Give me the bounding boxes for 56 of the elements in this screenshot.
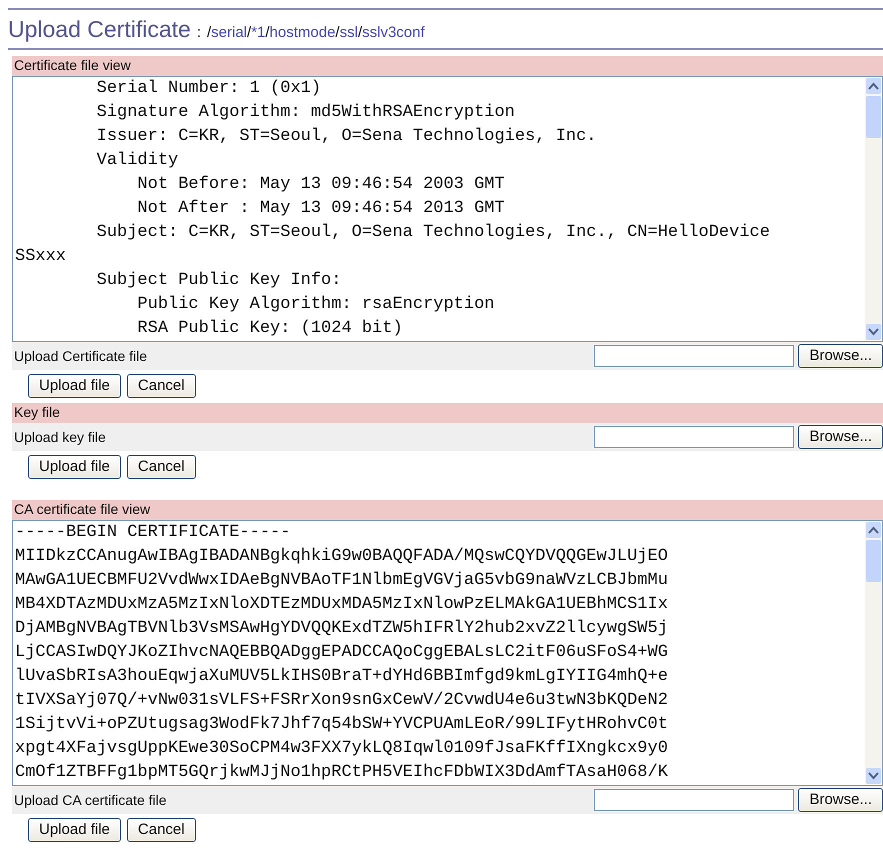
path-separator: /: [247, 24, 252, 41]
file-text-line: 1SijtvVi+oPZUtugsag3WodFk7Jhf7q54bSW+YVCPUAmLEoR/99LIFytHRohvC0t: [15, 714, 669, 736]
form-button[interactable]: Cancel: [126, 455, 196, 479]
path-separator: /: [206, 24, 212, 41]
path-link[interactable]: serial: [211, 24, 248, 41]
file-viewer[interactable]: [12, 76, 883, 342]
form-button[interactable]: Upload file: [28, 455, 121, 479]
section-heading: CA certificate file view: [12, 500, 883, 520]
file-text-line: tIVXSaYj07Q/+vNw031sVLFS+FSRrXon9snGxCewV/2CvwdU4e6u3twN3bKQDeN2: [15, 690, 669, 712]
file-text-line: Subject: C=KR, ST=Seoul, O=Sena Technologies, Inc., CN=HelloDevice: [96, 222, 771, 244]
file-text-line: DjAMBgNVBAgTBVNlb3VsMSAwHgYDVQQKExdTZW5hIFRlY2hub2xvZ2llcywgSW5j: [15, 618, 669, 640]
section-heading: Key file: [12, 403, 883, 423]
browse-button[interactable]: Browse...: [798, 344, 883, 368]
browse-button[interactable]: Browse...: [798, 788, 883, 812]
file-text-line: -----BEGIN CERTIFICATE-----: [15, 522, 292, 544]
page-title: Upload Certificate: [8, 16, 191, 43]
path-separator: /: [265, 24, 270, 41]
file-text-line: xpgt4XFajvsgUppKEwe30SoCPM4w3FXX7ykLQ8Iqwl0109fJsaFKffIXngkcx9y0: [15, 738, 669, 760]
file-text-line: MAwGA1UECBMFU2VvdWwxIDAeBgNVBAoTF1NlbmEgVGVjaG5vbG9naWVzLCBJbmMu: [15, 570, 669, 592]
browse-button[interactable]: Browse...: [798, 425, 883, 449]
path-link[interactable]: ssl: [340, 24, 358, 41]
file-text-line: Subject Public Key Info:: [96, 270, 342, 292]
form-button[interactable]: Upload file: [28, 374, 121, 398]
form-button[interactable]: Cancel: [126, 374, 196, 398]
file-text-line: Not Before: May 13 09:46:54 2003 GMT: [136, 174, 506, 196]
file-path-field[interactable]: [594, 345, 794, 367]
path-link[interactable]: *1: [251, 24, 266, 41]
file-viewer[interactable]: [12, 520, 883, 786]
form-button[interactable]: Cancel: [126, 818, 196, 842]
file-text-line: MIIDkzCCAnugAwIBAgIBADANBgkqhkiG9w0BAQQFADA/MQswCQYDVQQGEwJLUjEO: [15, 546, 669, 568]
separator: :: [196, 24, 201, 41]
file-text-line: SSxxx: [15, 246, 68, 268]
file-text-line: Public Key Algorithm: rsaEncryption: [136, 294, 496, 316]
file-path-field[interactable]: [594, 789, 794, 811]
scrollbar-drawing[interactable]: [865, 77, 882, 341]
file-path-field[interactable]: [594, 426, 794, 448]
file-text-line: RSA Public Key: (1024 bit): [136, 318, 404, 340]
file-text-line: Issuer: C=KR, ST=Seoul, O=Sena Technologies, Inc.: [96, 126, 598, 148]
path-separator: /: [358, 24, 362, 41]
file-text-line: LjCCASIwDQYJKoZIhvcNAQEBBQADggEPADCCAQoCggEBALsLC2itF06uSFoS4+WG: [15, 642, 669, 664]
file-text-line: CmOf1ZTBFFg1bpMT5GQrjkwMJjNo1hpRCtPH5VEIhcFDbWIX3DdAmfTAsaH068/K: [15, 762, 669, 784]
file-text-line: lUvaSbRIsA3houEqwjaXuMUV5LkIHS0BraT+dYHd6BBImfgd9kmLgIYIIG4mhQ+e: [15, 666, 669, 688]
file-text-line: MB4XDTAzMDUxMzA5MzIxNloXDTEzMDUxMDA5MzIxNlowPzELMAkGA1UEBhMCS1Ix: [15, 594, 669, 616]
path-link[interactable]: hostmode: [270, 24, 336, 41]
file-text-line: Validity: [96, 150, 180, 172]
path-separator: /: [335, 24, 340, 41]
file-text-line: Serial Number: 1 (0x1): [96, 78, 322, 100]
section-heading: Certificate file view: [12, 56, 883, 76]
file-text-line: Not After : May 13 09:46:54 2013 GMT: [136, 198, 506, 220]
form-button[interactable]: Upload file: [28, 818, 121, 842]
upload-label: Upload key file: [13, 429, 107, 445]
upload-label: Upload CA certificate file: [13, 792, 168, 808]
path-link[interactable]: sslv3conf: [362, 24, 425, 41]
file-text-line: Signature Algorithm: md5WithRSAEncryption: [96, 102, 516, 124]
scrollbar-drawing[interactable]: [865, 521, 882, 785]
upload-label: Upload Certificate file: [13, 348, 148, 364]
